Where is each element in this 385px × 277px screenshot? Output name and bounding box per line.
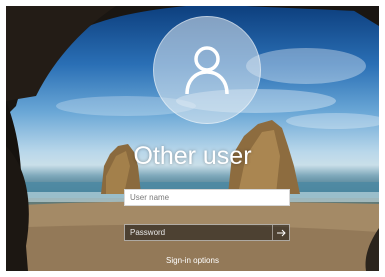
- user-name-heading: Other user: [133, 142, 252, 170]
- sign-in-options-link[interactable]: Sign-in options: [6, 256, 379, 265]
- user-silhouette-icon: [185, 46, 229, 95]
- user-avatar: [153, 16, 261, 124]
- login-screen: Other user Sign-in options: [6, 6, 379, 271]
- username-input[interactable]: [124, 189, 290, 206]
- password-input[interactable]: [125, 225, 277, 240]
- password-field-container: [124, 224, 290, 241]
- arrow-right-icon: [276, 229, 286, 236]
- submit-button[interactable]: [272, 225, 289, 240]
